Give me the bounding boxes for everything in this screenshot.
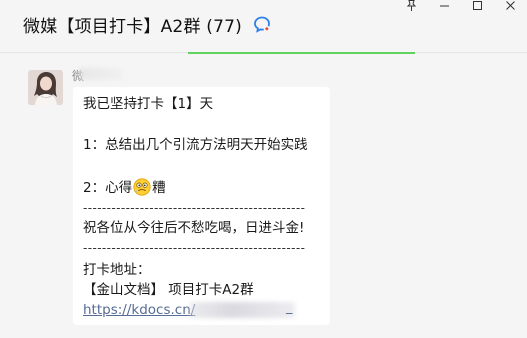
- dashed-separator: ----------------------------------------…: [83, 241, 306, 255]
- chat-header: 微媒【项目打卡】A2群 (77): [0, 0, 527, 52]
- chat-title: 微媒【项目打卡】A2群 (77): [23, 17, 242, 37]
- pin-icon: [406, 0, 417, 11]
- avatar[interactable]: [28, 70, 63, 105]
- loading-indicator: [188, 52, 415, 54]
- redacted-name-overlay: [80, 68, 122, 80]
- window-controls: [395, 0, 527, 12]
- message-line: 我已坚持打卡【1】天: [83, 96, 214, 112]
- message-text: 糟: [152, 180, 166, 196]
- dashed-separator: ----------------------------------------…: [83, 201, 306, 215]
- maximize-button[interactable]: [461, 0, 494, 12]
- dizzy-face-emoji-icon: [133, 178, 151, 196]
- message-line: 祝各位从今往后不愁吃喝，日进斗金!: [83, 220, 305, 236]
- message-line: 【金山文档】 项目打卡A2群: [83, 282, 254, 298]
- minimize-icon: [440, 5, 449, 7]
- message-line: 2：心得 糟: [83, 178, 166, 197]
- message-link-line: https://kdocs.cn/: [83, 301, 195, 319]
- message-text: 2：心得: [83, 180, 133, 196]
- message-line: 1：总结出几个引流方法明天开始实践: [83, 137, 308, 153]
- close-icon: [506, 1, 515, 10]
- chat-bubble-icon[interactable]: [253, 15, 271, 33]
- redacted-link-overlay: [190, 302, 295, 318]
- kdocs-link[interactable]: https://kdocs.cn/: [83, 302, 195, 318]
- minimize-button[interactable]: [428, 0, 461, 12]
- message-line: 打卡地址：: [83, 262, 151, 278]
- close-button[interactable]: [494, 0, 527, 12]
- avatar-photo: [28, 70, 63, 105]
- link-tail[interactable]: _: [286, 300, 293, 315]
- maximize-icon: [473, 1, 482, 10]
- pin-button[interactable]: [395, 0, 428, 12]
